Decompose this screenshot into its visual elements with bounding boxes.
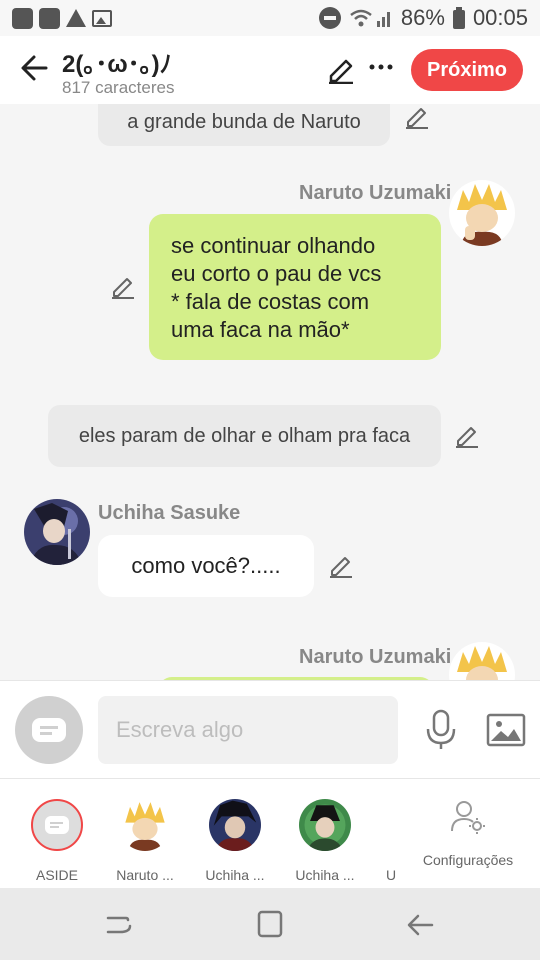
avatar — [119, 799, 171, 851]
message-line: * fala de costas com — [171, 289, 370, 314]
message-bubble[interactable]: se continuar olhando eu corto o pau de v… — [149, 214, 441, 360]
edit-pencil-icon[interactable] — [404, 104, 430, 130]
avatar[interactable] — [449, 642, 515, 680]
settings-label: Configurações — [422, 852, 514, 868]
edit-pencil-icon[interactable] — [326, 54, 356, 84]
message-line: eu corto o pau de vcs — [171, 261, 382, 286]
aside-avatar — [31, 799, 83, 851]
back-nav-icon[interactable] — [400, 908, 440, 942]
home-icon[interactable] — [250, 908, 290, 942]
back-arrow-icon[interactable] — [16, 50, 52, 86]
more-options-icon[interactable] — [366, 52, 396, 82]
character-count: 817 caracteres — [62, 78, 175, 97]
character-aside[interactable]: ASIDE — [12, 799, 102, 883]
character-label: ASIDE — [35, 867, 78, 883]
microphone-icon[interactable] — [424, 709, 458, 751]
user-settings-icon — [451, 801, 485, 834]
character-selector: ASIDE Naruto ... Uchiha ... Uchiha ... U… — [0, 778, 540, 888]
narration-bubble[interactable]: a grande bunda de Naruto — [98, 104, 390, 146]
battery-icon — [452, 7, 465, 29]
avatar — [299, 799, 351, 851]
do-not-disturb-icon — [318, 7, 341, 29]
character-label: Uchiha ... — [205, 867, 265, 883]
next-button[interactable]: Próximo — [411, 49, 523, 91]
character-naruto[interactable]: Naruto ... — [100, 799, 190, 883]
page-title: 2(｡･ω･｡)ﾉ — [62, 51, 172, 78]
edit-pencil-icon[interactable] — [110, 274, 136, 300]
image-notification-icon — [92, 9, 112, 27]
message-line: uma faca na mão* — [171, 317, 350, 342]
battery-percent: 86% — [400, 5, 445, 30]
warning-icon — [66, 9, 86, 27]
chat-header: 2(｡･ω･｡)ﾉ 817 caracteres Próximo — [0, 36, 540, 104]
aside-toggle-button[interactable] — [15, 696, 83, 764]
avatar[interactable] — [449, 180, 515, 246]
avatar — [209, 799, 261, 851]
settings-button[interactable]: Configurações — [416, 799, 520, 868]
edit-pencil-icon[interactable] — [454, 423, 480, 449]
uchiha-avatar-image — [209, 799, 261, 851]
message-text: a grande bunda de Naruto — [127, 110, 361, 133]
recent-apps-icon[interactable] — [98, 908, 138, 942]
naruto-avatar-image — [449, 180, 515, 246]
message-bubble[interactable]: como você?..... — [98, 535, 314, 597]
edit-pencil-icon[interactable] — [328, 553, 354, 579]
wifi-signal-icon — [350, 9, 390, 27]
sasuke-avatar-image — [24, 499, 90, 565]
chat-thread[interactable]: a grande bunda de Naruto Naruto Uzumaki … — [0, 104, 540, 680]
composer-bar — [0, 680, 540, 778]
character-label: U — [385, 867, 397, 883]
message-input[interactable] — [98, 696, 398, 764]
chat-bubble-icon — [32, 718, 66, 742]
author-name: Uchiha Sasuke — [98, 502, 241, 524]
character-label: Naruto ... — [116, 867, 174, 883]
status-bar: 86% 00:05 — [0, 0, 540, 36]
image-upload-icon[interactable] — [486, 711, 526, 749]
notification-icon — [12, 7, 33, 29]
system-nav-bar — [0, 888, 540, 960]
clock: 00:05 — [472, 5, 528, 30]
naruto-avatar-image — [449, 642, 515, 680]
chat-bubble-icon — [45, 816, 69, 834]
narration-bubble[interactable]: eles param de olhar e olham pra faca — [48, 405, 441, 467]
message-line: se continuar olhando — [171, 233, 376, 258]
avatar[interactable] — [24, 499, 90, 565]
naruto-avatar-image — [119, 799, 171, 851]
uchiha-avatar-image — [299, 799, 351, 851]
author-name: Naruto Uzumaki — [299, 182, 452, 204]
message-text: eles param de olhar e olham pra faca — [78, 424, 411, 447]
message-text: como você?..... — [131, 553, 281, 578]
author-name: Naruto Uzumaki — [299, 646, 452, 668]
notification-icon — [39, 7, 60, 29]
character-uchiha-1[interactable]: Uchiha ... — [190, 799, 280, 883]
